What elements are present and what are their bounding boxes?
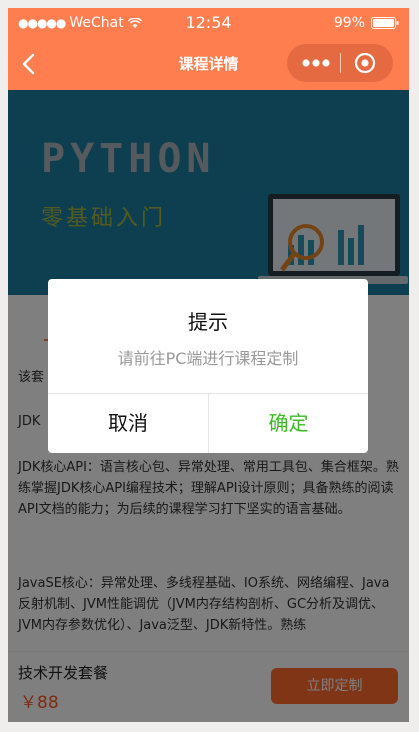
battery-icon [371, 17, 399, 29]
status-right: 99% [334, 15, 399, 31]
alert-dialog: 提示 请前往PC端进行课程定制 取消 确定 [48, 279, 368, 453]
nav-bar: 课程详情 [8, 38, 409, 90]
confirm-button[interactable]: 确定 [209, 394, 368, 453]
more-icon[interactable] [301, 57, 331, 69]
status-bar: ●●●●● WeChat 12:54 99% [8, 8, 409, 38]
dialog-message: 请前往PC端进行课程定制 [117, 349, 299, 368]
battery-label: 99% [333, 15, 365, 31]
mini-program-capsule [287, 44, 393, 82]
capsule-separator [340, 53, 341, 73]
dialog-title: 提示 [188, 310, 228, 334]
cancel-button[interactable]: 取消 [48, 394, 208, 453]
close-mini-program-icon[interactable] [354, 52, 376, 74]
